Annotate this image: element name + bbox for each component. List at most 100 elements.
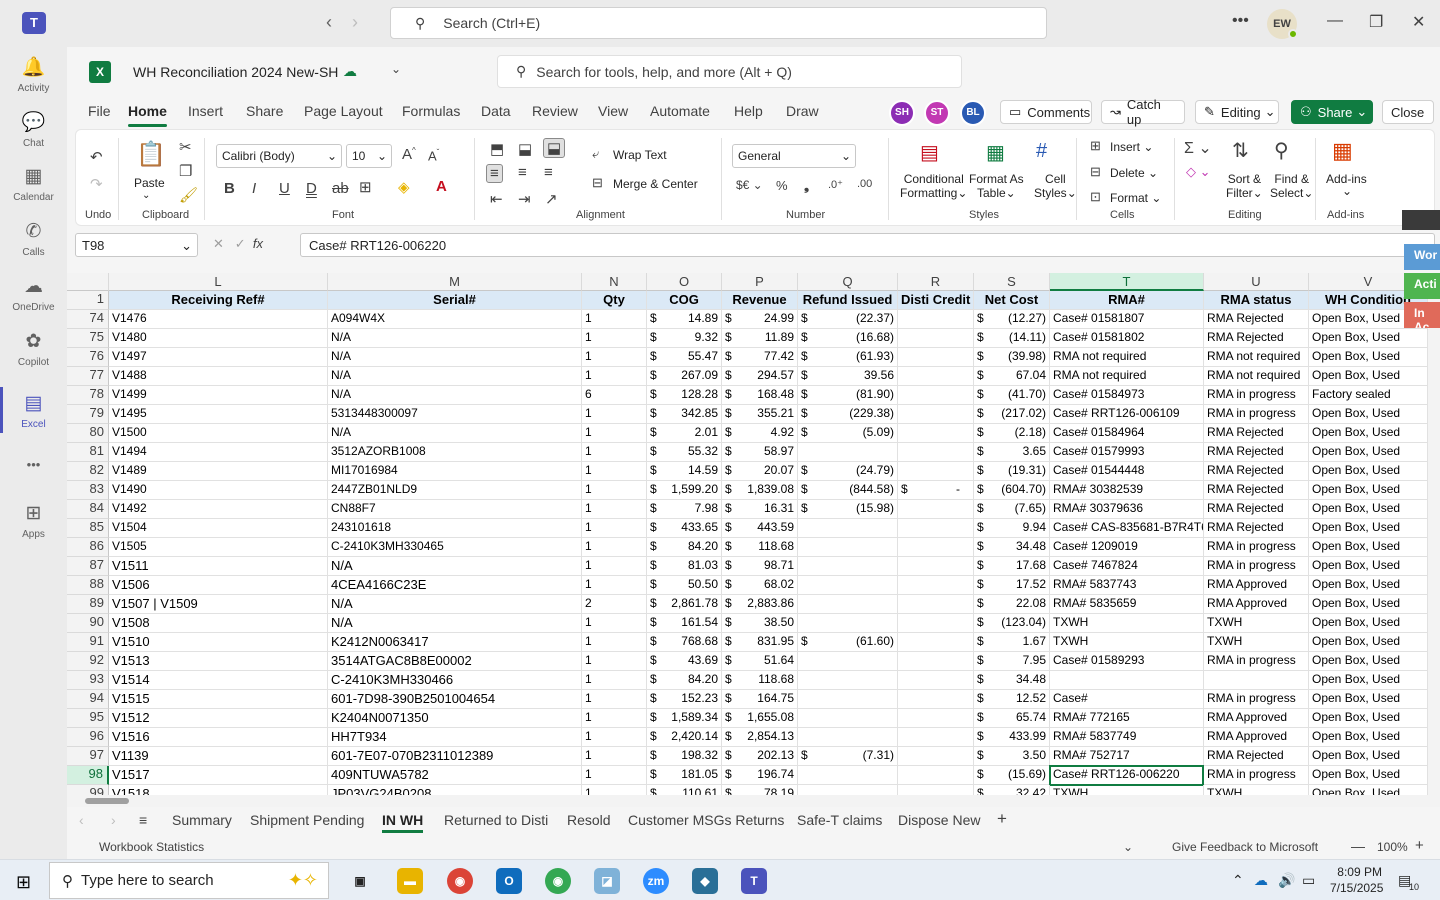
table-cell[interactable]: $55.47: [647, 348, 722, 367]
column-header-t[interactable]: T: [1050, 273, 1204, 291]
table-cell[interactable]: $152.23: [647, 690, 722, 709]
rail-chat[interactable]: 💬 Chat: [0, 110, 67, 149]
table-cell[interactable]: 1: [582, 785, 647, 795]
column-header-o[interactable]: O: [647, 273, 722, 291]
table-cell[interactable]: RMA in progress: [1204, 538, 1309, 557]
table-cell[interactable]: [898, 614, 974, 633]
table-cell[interactable]: [798, 690, 898, 709]
table-cell[interactable]: Case#: [1050, 690, 1204, 709]
format-cells-button[interactable]: Format ⌄: [1110, 191, 1161, 205]
table-cell[interactable]: 6: [582, 386, 647, 405]
table-cell[interactable]: 1: [582, 348, 647, 367]
table-cell[interactable]: [898, 671, 974, 690]
table-cell[interactable]: $ (22.37): [798, 310, 898, 329]
horizontal-scrollbar[interactable]: [67, 795, 1440, 807]
table-cell[interactable]: $ (123.04): [974, 614, 1050, 633]
table-cell[interactable]: Open Box, Used: [1309, 766, 1428, 785]
align-right-icon[interactable]: ≡: [544, 164, 553, 181]
table-cell[interactable]: $51.64: [722, 652, 798, 671]
table-cell[interactable]: $ (7.31): [798, 747, 898, 766]
table-cell[interactable]: RMA Rejected: [1204, 329, 1309, 348]
name-box[interactable]: T98 ⌄: [75, 233, 198, 257]
rail-calendar[interactable]: ▦ Calendar: [0, 165, 67, 203]
merge-center-icon[interactable]: ⊟: [592, 175, 603, 191]
table-cell[interactable]: 1: [582, 728, 647, 747]
next-sheet-icon[interactable]: ›: [111, 812, 116, 828]
table-cell[interactable]: V1514: [109, 671, 328, 690]
table-cell[interactable]: V1506: [109, 576, 328, 595]
format-painter-icon[interactable]: 🖌: [179, 186, 198, 204]
table-cell[interactable]: Case# 7467824: [1050, 557, 1204, 576]
table-cell[interactable]: [898, 557, 974, 576]
align-middle-icon[interactable]: ⬓: [518, 140, 532, 158]
table-cell[interactable]: RMA# 772165: [1050, 709, 1204, 728]
orientation-icon[interactable]: ↗: [545, 190, 558, 208]
row-header[interactable]: 98: [67, 766, 109, 785]
windows-start-icon[interactable]: ⊞: [16, 872, 31, 893]
table-cell[interactable]: [798, 709, 898, 728]
table-cell[interactable]: $3.65: [974, 443, 1050, 462]
table-cell[interactable]: V1492: [109, 500, 328, 519]
chrome-profile-icon[interactable]: ◉: [545, 868, 571, 894]
table-cell[interactable]: RMA# 30382539: [1050, 481, 1204, 500]
table-cell[interactable]: Open Box, Used: [1309, 671, 1428, 690]
table-cell[interactable]: Open Box, Used: [1309, 728, 1428, 747]
table-cell[interactable]: RMA Rejected: [1204, 481, 1309, 500]
table-cell[interactable]: V1489: [109, 462, 328, 481]
table-cell[interactable]: $84.20: [647, 671, 722, 690]
table-cell[interactable]: 601-7D98-390B2501004654: [328, 690, 582, 709]
collaborator-avatar[interactable]: SH: [889, 100, 915, 126]
volume-icon[interactable]: 🔊: [1278, 872, 1295, 889]
cancel-formula-icon[interactable]: ✕: [213, 236, 224, 251]
paste-icon[interactable]: 📋: [136, 140, 166, 169]
column-header-n[interactable]: N: [582, 273, 647, 291]
table-cell[interactable]: [898, 576, 974, 595]
table-cell[interactable]: [898, 747, 974, 766]
table-cell[interactable]: [898, 348, 974, 367]
table-cell[interactable]: 1: [582, 481, 647, 500]
table-cell[interactable]: 1: [582, 690, 647, 709]
undo-icon[interactable]: ↶: [90, 148, 103, 166]
table-cell[interactable]: 1: [582, 538, 647, 557]
italic-icon[interactable]: I: [252, 180, 256, 197]
table-cell[interactable]: $198.32: [647, 747, 722, 766]
wrap-text-button[interactable]: Wrap Text: [613, 148, 667, 162]
table-cell[interactable]: $24.99: [722, 310, 798, 329]
table-cell[interactable]: $ (39.98): [974, 348, 1050, 367]
rail-calls[interactable]: ✆ Calls: [0, 220, 67, 258]
table-cell[interactable]: $ (14.11): [974, 329, 1050, 348]
table-cell[interactable]: [798, 766, 898, 785]
workbook-title[interactable]: WH Reconciliation 2024 New-SH: [133, 64, 338, 80]
table-cell[interactable]: [798, 443, 898, 462]
row-header[interactable]: 79: [67, 405, 109, 424]
table-cell[interactable]: $ (61.60): [798, 633, 898, 652]
borders-icon[interactable]: ⊞: [359, 178, 372, 196]
table-cell[interactable]: Open Box, Used: [1309, 348, 1428, 367]
table-cell[interactable]: $443.59: [722, 519, 798, 538]
percent-icon[interactable]: %: [776, 178, 788, 193]
cut-icon[interactable]: ✂: [179, 138, 192, 156]
tab-share[interactable]: Share: [246, 103, 283, 119]
formula-input[interactable]: Case# RRT126-006220: [300, 233, 1435, 257]
delete-cells-icon[interactable]: ⊟: [1090, 164, 1101, 180]
sheet-tab-safe-t-claims[interactable]: Safe-T claims: [797, 812, 882, 828]
table-cell[interactable]: V1512: [109, 709, 328, 728]
table-cell[interactable]: [798, 671, 898, 690]
all-sheets-icon[interactable]: ≡: [139, 812, 147, 828]
table-cell[interactable]: RMA in progress: [1204, 690, 1309, 709]
tab-automate[interactable]: Automate: [650, 103, 710, 119]
chevron-down-icon[interactable]: ⌄: [142, 190, 150, 201]
table-cell[interactable]: N/A: [328, 348, 582, 367]
row-header[interactable]: 92: [67, 652, 109, 671]
table-cell[interactable]: $ (15.98): [798, 500, 898, 519]
table-cell[interactable]: Case# RRT126-006220: [1050, 766, 1204, 785]
sheet-tab-returned-to-disti[interactable]: Returned to Disti: [444, 812, 548, 828]
collaborator-avatar[interactable]: BL: [960, 100, 986, 126]
restore-icon[interactable]: ❐: [1369, 12, 1383, 32]
increase-indent-icon[interactable]: ⇥: [518, 190, 531, 208]
table-cell[interactable]: $68.02: [722, 576, 798, 595]
table-cell[interactable]: $4.92: [722, 424, 798, 443]
align-center-icon[interactable]: ≡: [518, 164, 527, 181]
table-cell[interactable]: Open Box, Used: [1309, 538, 1428, 557]
outlook-icon[interactable]: O: [496, 868, 522, 894]
